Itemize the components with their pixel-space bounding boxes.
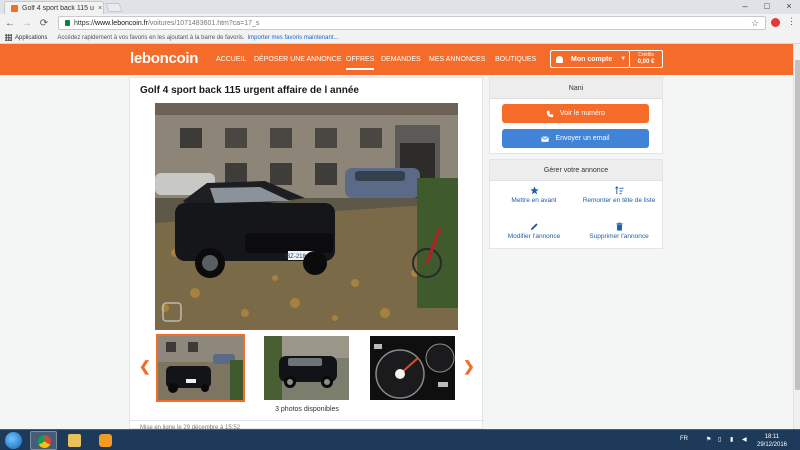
user-icon	[556, 55, 563, 63]
bookmarks-bar: Applications Accédez rapidement à vos fa…	[0, 32, 800, 44]
sort-up-icon	[614, 186, 624, 195]
new-tab-button[interactable]	[105, 3, 123, 12]
main-photo[interactable]: BZ-218-WH	[155, 103, 458, 330]
nav-boutiques[interactable]: Boutiques	[495, 56, 536, 63]
credits-box[interactable]: Crédits 0,00 €	[630, 50, 663, 68]
bookmarks-hint: Accédez rapidement à vos favoris en les …	[57, 34, 245, 41]
highlight-ad-action[interactable]: Mettre en avant	[494, 186, 574, 205]
ad-card: Golf 4 sport back 115 urgent affaire de …	[129, 77, 484, 431]
system-clock[interactable]: 18:11 29/12/2016	[754, 433, 790, 449]
delete-ad-label: Supprimer l'annonce	[589, 233, 649, 240]
highlight-ad-label: Mettre en avant	[511, 197, 557, 204]
taskbar-chrome[interactable]	[30, 431, 57, 450]
leboncoin-logo[interactable]: leboncoin	[130, 50, 198, 67]
bump-ad-action[interactable]: Remonter en tête de liste	[579, 186, 659, 205]
browser-toolbar: ← → ⟳ ⌂ https://www.leboncoin.fr/voiture…	[0, 14, 800, 32]
credits-value: 0,00 €	[637, 59, 655, 65]
windows-taskbar: FR ⚑ ▯ ▮ ◀ 18:11 29/12/2016	[0, 429, 800, 450]
lock-icon	[65, 20, 70, 26]
chevron-down-icon: ▼	[620, 56, 627, 62]
forward-icon[interactable]: →	[20, 18, 34, 29]
folder-icon	[68, 434, 81, 447]
bookmark-apps[interactable]: Applications	[15, 35, 47, 41]
thumbnail-1[interactable]	[156, 334, 245, 402]
page-scrollbar[interactable]	[793, 44, 800, 429]
delete-ad-action[interactable]: Supprimer l'annonce	[579, 222, 659, 241]
extension-icon[interactable]	[771, 18, 780, 27]
language-indicator[interactable]: FR	[680, 436, 688, 442]
ad-title: Golf 4 sport back 115 urgent affaire de …	[140, 85, 359, 96]
nav-offres[interactable]: Offres	[346, 56, 375, 70]
credits-label: Crédits	[638, 52, 654, 58]
manage-ad-title: Gérer votre annonce	[490, 160, 662, 181]
bookmark-star-icon[interactable]: ☆	[751, 18, 759, 29]
star-icon	[529, 186, 539, 195]
account-button[interactable]: Mon compte ▼	[550, 50, 630, 68]
show-phone-button[interactable]: Voir le numéro	[502, 104, 649, 123]
next-photo-button[interactable]: ❯	[463, 358, 475, 375]
taskbar-explorer[interactable]	[61, 431, 88, 450]
card-divider	[130, 420, 484, 421]
car-photo-image: BZ-218-WH	[155, 103, 458, 330]
leboncoin-favicon-icon	[11, 4, 18, 12]
network-icon[interactable]: ▮	[730, 436, 733, 443]
show-phone-label: Voir le numéro	[559, 110, 606, 117]
clock-time: 18:11	[764, 434, 780, 440]
manage-ad-panel: Gérer votre annonce Mettre en avant Remo…	[489, 159, 663, 249]
browser-tab[interactable]: Golf 4 sport back 115 ur ×	[4, 1, 104, 14]
scrollbar-thumb[interactable]	[795, 60, 800, 390]
browser-menu-icon[interactable]: ⋮	[787, 16, 796, 27]
tab-title: Golf 4 sport back 115 ur	[22, 4, 94, 12]
nav-demandes[interactable]: Demandes	[381, 56, 421, 63]
send-email-button[interactable]: Envoyer un email	[502, 129, 649, 148]
thumbnail-3[interactable]	[370, 336, 455, 400]
media-player-icon	[99, 434, 112, 447]
url-text: https://www.leboncoin.fr/voitures/107148…	[74, 19, 260, 27]
previous-photo-button[interactable]: ❮	[139, 358, 151, 375]
browser-tab-strip: Golf 4 sport back 115 ur × – □ ×	[0, 0, 800, 14]
account-label: Mon compte	[571, 55, 613, 63]
bump-ad-label: Remonter en tête de liste	[582, 197, 656, 204]
nav-mes-annonces[interactable]: Mes annonces	[429, 56, 485, 63]
clock-date: 29/12/2016	[756, 442, 788, 448]
import-bookmarks-link[interactable]: Importer mes favoris maintenant...	[247, 35, 338, 41]
seller-name: Nani	[490, 78, 662, 99]
windows-start-icon[interactable]	[5, 432, 22, 449]
nav-accueil[interactable]: Accueil	[216, 56, 246, 63]
edit-ad-action[interactable]: Modifier l'annonce	[494, 222, 574, 241]
back-icon[interactable]: ←	[3, 18, 17, 29]
trash-icon	[615, 222, 623, 231]
send-email-label: Envoyer un email	[555, 135, 610, 142]
maximize-button[interactable]: □	[756, 0, 778, 12]
address-bar[interactable]: https://www.leboncoin.fr/voitures/107148…	[58, 16, 766, 30]
site-header: leboncoin Accueil Déposer une annonce Of…	[0, 44, 793, 75]
phone-icon	[546, 110, 554, 117]
taskbar-media-player[interactable]	[92, 431, 119, 450]
battery-icon[interactable]: ▯	[718, 436, 721, 443]
envelope-icon	[541, 135, 550, 142]
nav-deposer-annonce[interactable]: Déposer une annonce	[254, 56, 342, 63]
photo-count: 3 photos disponibles	[275, 406, 339, 413]
edit-ad-label: Modifier l'annonce	[507, 233, 561, 240]
thumbnail-2[interactable]	[264, 336, 349, 400]
minimize-button[interactable]: –	[734, 0, 756, 12]
close-window-button[interactable]: ×	[778, 0, 800, 12]
volume-icon[interactable]: ◀	[742, 436, 747, 443]
seller-panel: Nani Voir le numéro Envoyer un email	[489, 77, 663, 154]
pencil-icon	[530, 223, 538, 231]
tab-close-icon[interactable]: ×	[98, 5, 102, 12]
reload-icon[interactable]: ⟳	[37, 18, 51, 29]
apps-grid-icon	[5, 34, 12, 41]
flag-icon[interactable]: ⚑	[706, 436, 711, 443]
chrome-icon	[38, 435, 51, 448]
